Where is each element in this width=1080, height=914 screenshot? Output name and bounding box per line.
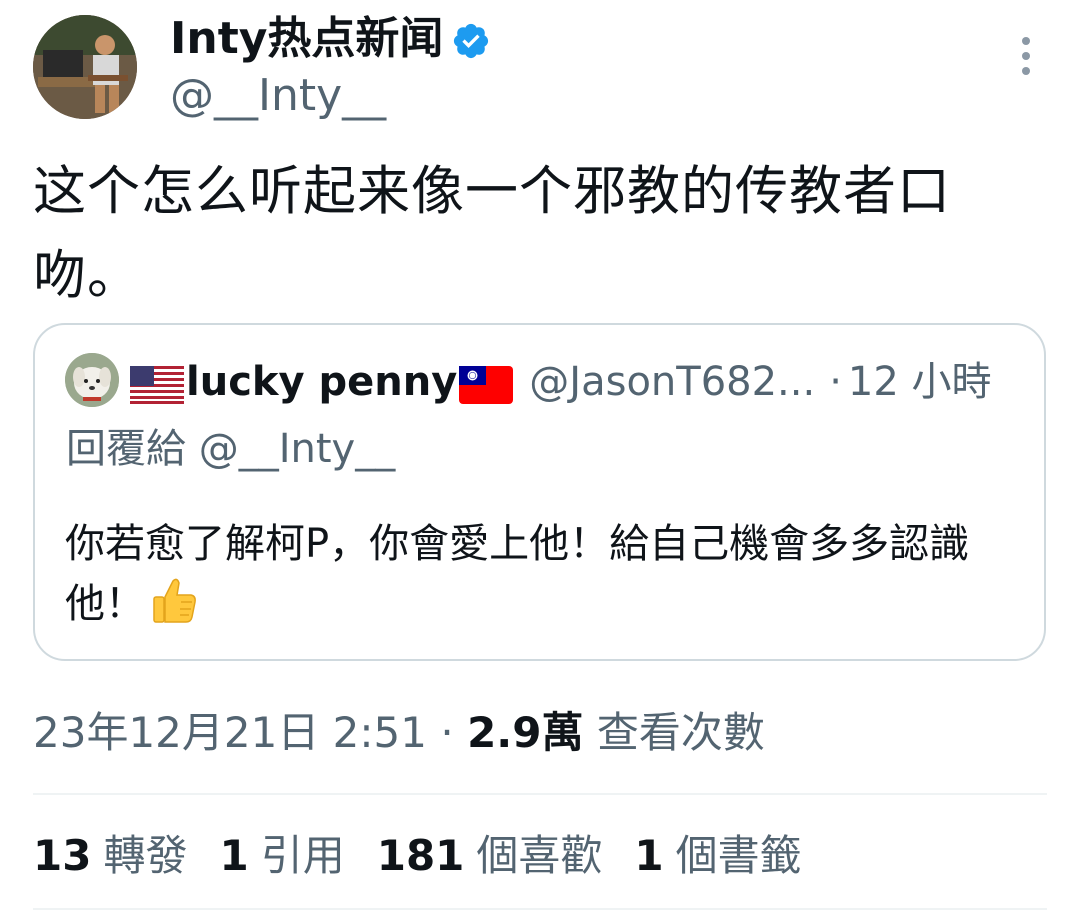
quoted-tweet-header: lucky penny @JasonT682... · 12 小時 [130, 354, 992, 410]
bookmarks-stat[interactable]: 1 個書籤 [634, 826, 801, 886]
verified-badge-icon [451, 21, 491, 61]
quoted-author-avatar[interactable] [65, 353, 119, 407]
views-label: 查看次數 [596, 708, 765, 757]
author-display-name[interactable]: Inty热点新闻 [170, 11, 443, 67]
thumbs-up-icon [151, 575, 197, 625]
tweet-datetime[interactable]: 23年12月21日 2:51 [33, 708, 427, 757]
quoted-author-name[interactable]: lucky penny [186, 354, 457, 410]
quotes-count: 1 [219, 831, 249, 880]
quoted-tweet-text: 你若愈了解柯P，你會愛上他！給自己機會多多認識他！ [65, 514, 1025, 634]
retweets-count: 13 [33, 831, 92, 880]
quoted-author-handle[interactable]: @JasonT682... [529, 354, 815, 410]
author-handle[interactable]: @__Inty__ [170, 68, 386, 124]
us-flag-icon [130, 363, 184, 404]
author-avatar[interactable] [33, 15, 137, 119]
likes-label: 個喜歡 [476, 831, 603, 880]
quoted-tweet-text-content: 你若愈了解柯P，你會愛上他！給自己機會多多認識他！ [65, 521, 970, 627]
likes-stat[interactable]: 181 個喜歡 [377, 826, 603, 886]
separator-dot: · [440, 708, 454, 757]
retweets-label: 轉發 [103, 831, 188, 880]
quotes-label: 引用 [260, 831, 345, 880]
engagement-stats: 13 轉發 1 引用 181 個喜歡 1 個書籤 [33, 826, 834, 886]
divider [33, 793, 1047, 795]
replying-to[interactable]: 回覆給 @__Inty__ [66, 421, 395, 477]
divider [33, 908, 1047, 910]
tweet-meta: 23年12月21日 2:51 · 2.9萬 查看次數 [33, 703, 765, 763]
quotes-stat[interactable]: 1 引用 [219, 826, 344, 886]
views-count: 2.9萬 [467, 708, 584, 757]
quoted-tweet-time[interactable]: 12 小時 [848, 354, 992, 410]
bookmarks-count: 1 [634, 831, 664, 880]
tweet-text: 这个怎么听起来像一个邪教的传教者口吻。 [33, 161, 951, 306]
likes-count: 181 [376, 831, 465, 880]
bookmarks-label: 個書籤 [675, 831, 802, 880]
more-options-icon[interactable] [1008, 32, 1044, 80]
taiwan-flag-icon [459, 363, 514, 404]
retweets-stat[interactable]: 13 轉發 [33, 826, 187, 886]
separator-dot: · [829, 359, 842, 405]
